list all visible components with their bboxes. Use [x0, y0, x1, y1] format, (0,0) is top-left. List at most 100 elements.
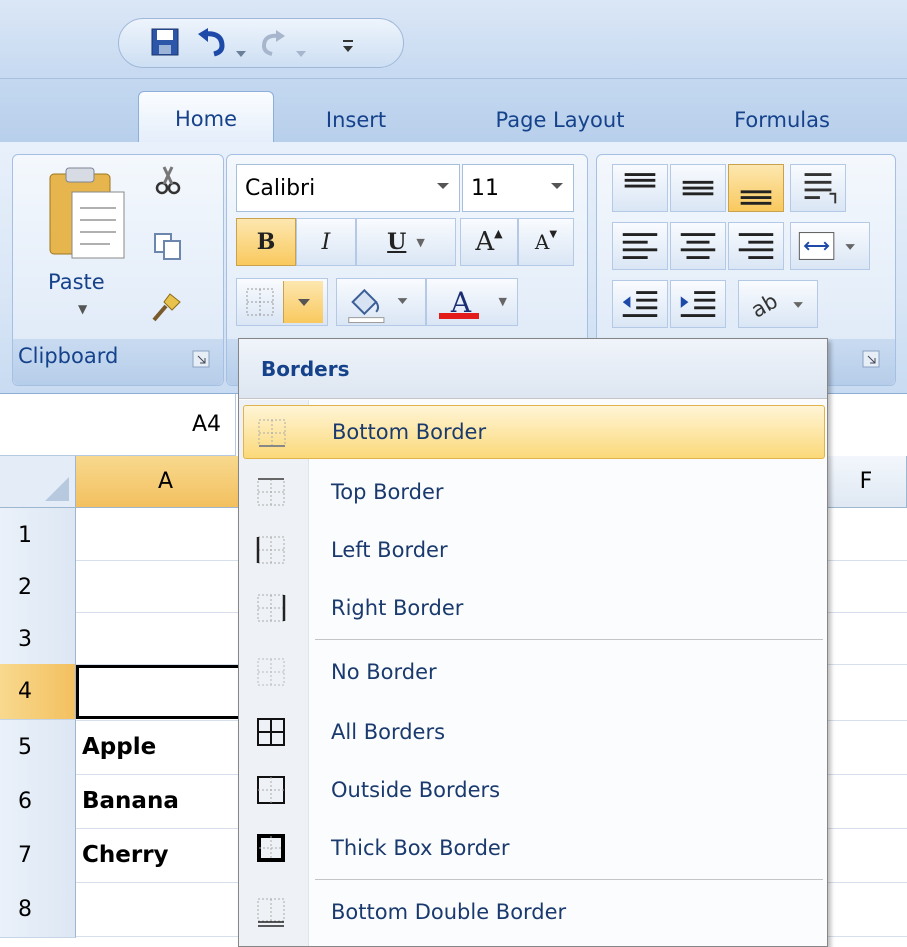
underline-label: U — [387, 229, 407, 255]
align-left-icon[interactable] — [612, 222, 668, 270]
menu-item-top-border[interactable]: Top Border — [243, 465, 825, 519]
increase-indent-icon[interactable] — [670, 280, 726, 328]
fill-bucket-icon — [348, 288, 408, 324]
orientation-icon[interactable] — [790, 164, 846, 212]
customize-qat-icon[interactable] — [340, 30, 356, 62]
menu-item-left-border[interactable]: Left Border — [243, 523, 825, 577]
bottom-border-icon — [258, 419, 286, 447]
tab-page-layout[interactable]: Page Layout — [470, 97, 650, 143]
name-box[interactable]: A4 — [0, 394, 236, 456]
column-header-f[interactable]: F — [826, 456, 907, 508]
bottom-double-border-icon — [257, 898, 285, 927]
shrink-font-label: A — [534, 230, 550, 254]
fill-color-button[interactable] — [336, 278, 426, 326]
cut-icon[interactable] — [152, 164, 184, 196]
text-orientation-icon[interactable]: ab — [738, 280, 818, 328]
menu-item-label: Thick Box Border — [331, 836, 510, 860]
align-middle-icon[interactable] — [670, 164, 726, 212]
selected-cell-a4[interactable] — [76, 665, 256, 719]
menu-item-label: Bottom Double Border — [331, 900, 567, 924]
column-header-a[interactable]: A — [76, 456, 256, 508]
bold-button[interactable]: B — [236, 218, 296, 266]
save-icon[interactable] — [150, 26, 180, 58]
menu-item-no-border[interactable]: No Border — [243, 645, 825, 699]
left-border-icon — [256, 536, 285, 564]
top-border-icon — [257, 478, 285, 506]
cell-a7[interactable]: Cherry — [82, 842, 169, 868]
redo-dropdown-icon[interactable] — [294, 38, 308, 70]
font-name-combo[interactable]: Calibri — [236, 164, 460, 212]
no-border-icon — [257, 658, 285, 686]
tab-home[interactable]: Home — [138, 91, 274, 145]
row-header-1[interactable]: 1 — [0, 508, 76, 564]
merge-center-icon[interactable] — [790, 222, 870, 270]
shrink-font-button[interactable]: A ▼ — [518, 218, 574, 266]
borders-menu-title: Borders — [239, 339, 827, 399]
row-header-7[interactable]: 7 — [0, 828, 76, 884]
cell-a5[interactable]: Apple — [82, 734, 156, 760]
cell-a6[interactable]: Banana — [82, 788, 179, 814]
menu-separator — [315, 879, 823, 880]
row-header-8[interactable]: 8 — [0, 882, 76, 938]
select-all-corner[interactable] — [0, 456, 76, 508]
clipboard-dialog-launcher-icon[interactable] — [192, 350, 210, 368]
menu-item-label: Outside Borders — [331, 778, 501, 802]
chevron-down-icon[interactable]: ▼ — [416, 236, 424, 249]
bottom-border-icon — [246, 288, 274, 316]
align-top-icon[interactable] — [612, 164, 668, 212]
svg-text:ab: ab — [747, 288, 782, 323]
ribbon-tabs: Home Insert Page Layout Formulas — [0, 78, 907, 145]
menu-item-label: Right Border — [331, 596, 464, 620]
menu-separator — [315, 639, 823, 640]
all-borders-icon — [257, 718, 285, 746]
menu-item-right-border[interactable]: Right Border — [243, 581, 825, 635]
menu-item-outside-borders[interactable]: Outside Borders — [243, 763, 825, 817]
menu-item-bottom-border[interactable]: Bottom Border — [243, 405, 825, 459]
tab-formulas[interactable]: Formulas — [712, 97, 852, 143]
copy-icon[interactable] — [152, 230, 184, 262]
menu-item-label: Left Border — [331, 538, 448, 562]
underline-button[interactable]: U ▼ — [356, 218, 456, 266]
format-painter-icon[interactable] — [150, 292, 182, 324]
borders-menu: Borders Bottom Border Top Border Left Bo… — [238, 338, 828, 947]
menu-item-bottom-double-border[interactable]: Bottom Double Border — [243, 885, 825, 939]
font-name-value: Calibri — [245, 175, 316, 201]
alignment-dialog-launcher-icon[interactable] — [862, 350, 880, 368]
row-header-3[interactable]: 3 — [0, 612, 76, 668]
chevron-down-icon[interactable] — [551, 183, 563, 189]
outside-borders-icon — [257, 776, 285, 804]
italic-button[interactable]: I — [296, 218, 356, 266]
borders-button[interactable] — [236, 278, 328, 326]
align-bottom-icon[interactable] — [728, 164, 784, 212]
thick-box-border-icon — [257, 834, 285, 862]
menu-item-label: All Borders — [331, 720, 446, 744]
row-header-6[interactable]: 6 — [0, 774, 76, 830]
align-right-icon[interactable] — [728, 222, 784, 270]
row-header-5[interactable]: 5 — [0, 720, 76, 776]
chevron-down-icon[interactable]: ▼ — [499, 295, 507, 308]
caret-up-icon: ▲ — [494, 226, 503, 240]
undo-icon[interactable] — [196, 26, 230, 58]
redo-icon[interactable] — [258, 26, 286, 58]
tab-insert[interactable]: Insert — [306, 97, 406, 143]
font-size-combo[interactable]: 11 — [462, 164, 574, 212]
menu-item-label: Bottom Border — [332, 420, 487, 444]
menu-item-thick-box-border[interactable]: Thick Box Border — [243, 821, 825, 875]
font-color-button[interactable]: A ▼ — [426, 278, 518, 326]
row-header-2[interactable]: 2 — [0, 560, 76, 616]
chevron-down-icon[interactable] — [437, 183, 449, 189]
borders-dropdown-button[interactable] — [283, 281, 323, 323]
paste-dropdown-icon[interactable]: ▼ — [78, 302, 87, 316]
paste-button[interactable]: Paste — [48, 270, 105, 294]
font-color-swatch — [439, 313, 479, 319]
font-size-value: 11 — [471, 175, 499, 201]
decrease-indent-icon[interactable] — [612, 280, 668, 328]
menu-item-all-borders[interactable]: All Borders — [243, 705, 825, 759]
row-header-4[interactable]: 4 — [0, 664, 76, 720]
grow-font-label: A — [475, 227, 495, 257]
grow-font-button[interactable]: A ▲ — [460, 218, 518, 266]
undo-dropdown-icon[interactable] — [234, 38, 248, 70]
caret-down-icon: ▼ — [549, 228, 558, 240]
menu-item-label: Top Border — [331, 480, 444, 504]
align-center-icon[interactable] — [670, 222, 726, 270]
